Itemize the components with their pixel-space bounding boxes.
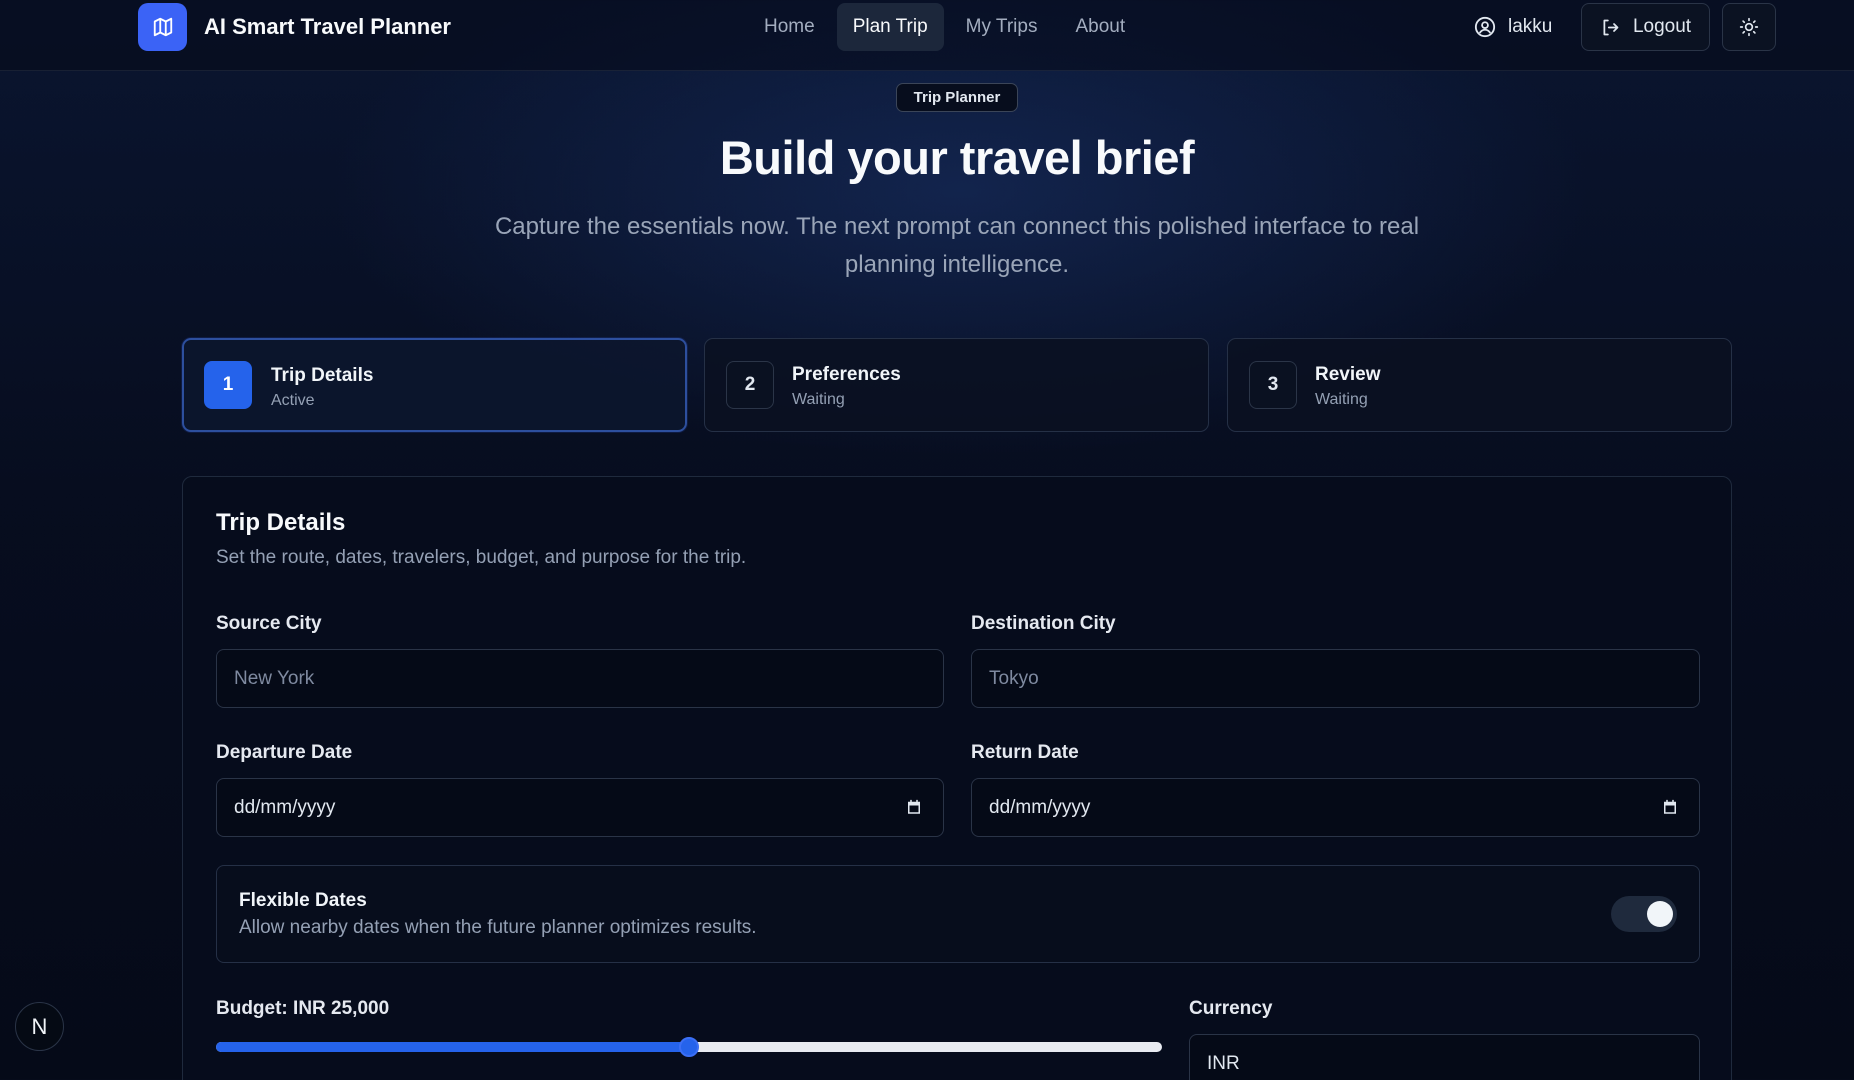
return-date-input[interactable]: dd/mm/yyyy [971,778,1700,837]
page-subtitle: Capture the essentials now. The next pro… [494,213,1420,278]
source-city-input[interactable]: New York [216,649,944,708]
departure-date-value: dd/mm/yyyy [234,796,336,818]
trip-details-card: Trip Details Set the route, dates, trave… [182,476,1732,1080]
source-city-placeholder: New York [234,667,315,689]
step-number: 2 [726,361,774,409]
step-trip-details[interactable]: 1 Trip Details Active [182,338,687,432]
step-title: Trip Details [271,365,374,386]
budget-slider-thumb[interactable] [679,1037,699,1057]
brand[interactable]: AI Smart Travel Planner [138,3,451,51]
nav-home[interactable]: Home [748,3,831,51]
trip-planner-pill: Trip Planner [896,83,1018,112]
brand-title: AI Smart Travel Planner [204,14,451,39]
destination-city-label: Destination City [971,613,1116,634]
flexible-dates-description: Allow nearby dates when the future plann… [239,917,757,938]
step-review[interactable]: 3 Review Waiting [1227,338,1732,432]
step-status: Waiting [1315,391,1368,408]
nav-about[interactable]: About [1059,3,1141,51]
currency-value: INR [1207,1052,1240,1074]
logout-button[interactable]: Logout [1581,3,1710,51]
calendar-icon[interactable] [1661,798,1679,816]
currency-select[interactable]: INR [1189,1034,1700,1080]
departure-date-label: Departure Date [216,742,353,763]
step-title: Preferences [792,364,901,385]
flexible-dates-toggle[interactable] [1611,896,1677,932]
map-icon [138,3,187,51]
n-badge[interactable]: N [15,1002,64,1051]
theme-toggle-button[interactable] [1722,3,1776,51]
calendar-icon[interactable] [905,798,923,816]
departure-date-input[interactable]: dd/mm/yyyy [216,778,944,837]
destination-city-placeholder: Tokyo [989,667,1039,689]
sun-icon [1739,17,1759,37]
step-status: Active [271,392,315,409]
user-circle-icon [1474,16,1496,38]
card-description: Set the route, dates, travelers, budget,… [216,547,747,568]
main-nav: Home Plan Trip My Trips About [748,3,1147,51]
budget-slider-fill [216,1042,689,1052]
user-menu[interactable]: lakku [1474,3,1552,51]
step-status: Waiting [792,391,845,408]
step-number: 3 [1249,361,1297,409]
nav-plan-trip[interactable]: Plan Trip [836,3,944,51]
source-city-label: Source City [216,613,322,634]
nav-my-trips[interactable]: My Trips [950,3,1054,51]
currency-label: Currency [1189,998,1273,1019]
card-title: Trip Details [216,509,346,536]
logout-label: Logout [1632,16,1692,37]
step-number: 1 [204,361,252,409]
step-title: Review [1315,364,1381,385]
user-name: lakku [1508,16,1553,37]
flexible-dates-title: Flexible Dates [239,890,367,911]
step-preferences[interactable]: 2 Preferences Waiting [704,338,1209,432]
budget-label: Budget: INR 25,000 [216,998,390,1019]
top-navbar: AI Smart Travel Planner Home Plan Trip M… [0,0,1854,71]
destination-city-input[interactable]: Tokyo [971,649,1700,708]
return-date-label: Return Date [971,742,1079,763]
return-date-value: dd/mm/yyyy [989,796,1091,818]
flexible-dates-row: Flexible Dates Allow nearby dates when t… [216,865,1700,963]
toggle-knob [1647,901,1673,927]
page-title: Build your travel brief [719,131,1195,184]
logout-icon [1603,19,1619,35]
